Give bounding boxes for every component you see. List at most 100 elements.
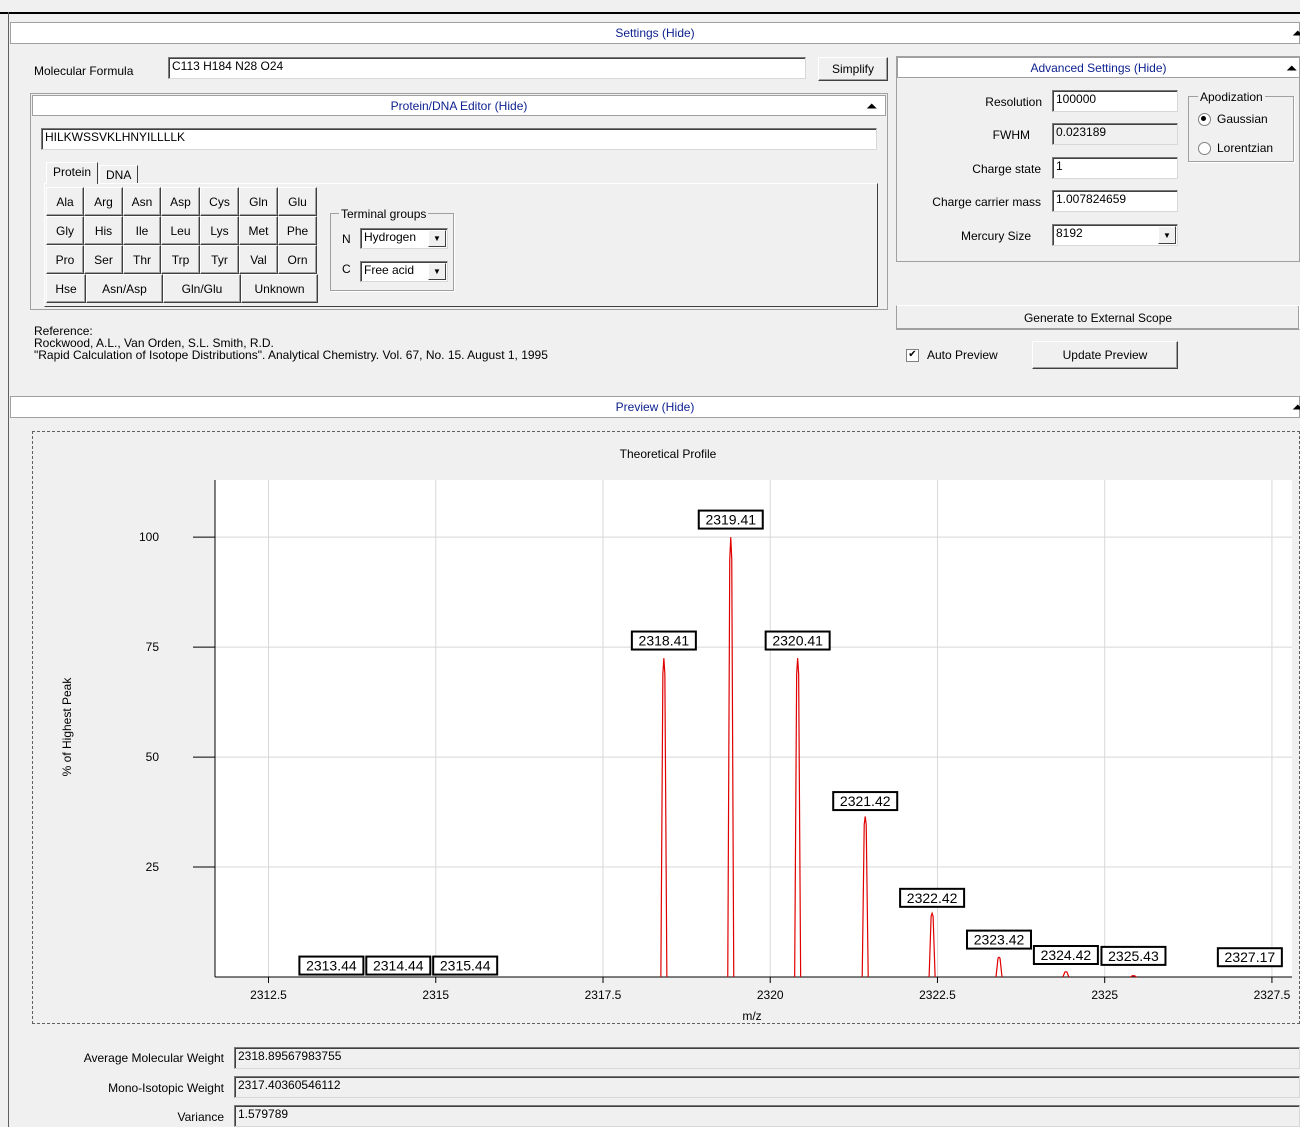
x-tick-label: 2325: [1091, 988, 1118, 1002]
protein-dna-editor-bar-label: Protein/DNA Editor (Hide): [390, 99, 528, 113]
x-tick-label: 2317.5: [585, 988, 622, 1002]
residue-button-cys[interactable]: Cys: [200, 187, 239, 216]
peak-label: 2313.44: [306, 958, 357, 974]
residue-button-lys[interactable]: Lys: [200, 216, 239, 245]
residue-button-unknown[interactable]: Unknown: [241, 274, 318, 303]
peak-label: 2325.43: [1108, 948, 1159, 964]
residue-button-tyr[interactable]: Tyr: [200, 245, 239, 274]
peak-label: 2315.44: [440, 958, 491, 974]
residue-button-met[interactable]: Met: [239, 216, 278, 245]
peak-label: 2324.42: [1041, 947, 1092, 963]
residue-button-pro[interactable]: Pro: [46, 245, 84, 274]
chevron-down-icon[interactable]: ▼: [1158, 226, 1176, 244]
residue-button-ile[interactable]: Ile: [123, 216, 161, 245]
generate-external-scope-button[interactable]: Generate to External Scope: [896, 305, 1300, 330]
resolution-input[interactable]: 100000: [1052, 90, 1178, 112]
residue-button-phe[interactable]: Phe: [278, 216, 317, 245]
residue-button-thr[interactable]: Thr: [123, 245, 161, 274]
mercury-size-value: 8192: [1056, 226, 1083, 240]
x-tick-label: 2312.5: [250, 988, 287, 1002]
tab-dna-label: DNA: [106, 168, 132, 182]
update-preview-button[interactable]: Update Preview: [1032, 341, 1178, 369]
residue-button-gly[interactable]: Gly: [46, 216, 84, 245]
chevron-down-icon[interactable]: ▼: [428, 230, 446, 247]
fwhm-field: 0.023189: [1052, 123, 1178, 145]
y-tick-label: 100: [139, 530, 159, 544]
c-terminal-select[interactable]: Free acid ▼: [360, 261, 448, 282]
peak-label: 2319.41: [705, 512, 756, 528]
advanced-settings-bar[interactable]: Advanced Settings (Hide): [897, 57, 1300, 78]
residue-button-arg[interactable]: Arg: [84, 187, 123, 216]
variance-field: 1.579789: [234, 1105, 1300, 1127]
tab-dna[interactable]: DNA: [99, 165, 139, 184]
residue-button-ser[interactable]: Ser: [84, 245, 123, 274]
residue-button-hse[interactable]: Hse: [46, 274, 86, 303]
residue-button-asn-asp[interactable]: Asn/Asp: [86, 274, 163, 303]
c-terminal-label: C: [342, 262, 351, 276]
residue-button-trp[interactable]: Trp: [161, 245, 200, 274]
residue-button-asp[interactable]: Asp: [161, 187, 200, 216]
n-terminal-value: Hydrogen: [364, 230, 417, 244]
mercury-size-select[interactable]: 8192 ▼: [1052, 224, 1178, 246]
peak-label: 2327.17: [1225, 949, 1276, 965]
settings-collapse-bar[interactable]: Settings (Hide): [10, 22, 1300, 44]
residue-button-orn[interactable]: Orn: [278, 245, 317, 274]
residue-button-gln[interactable]: Gln: [239, 187, 278, 216]
tab-protein[interactable]: Protein: [46, 162, 99, 184]
charge-carrier-mass-label: Charge carrier mass: [932, 195, 1041, 209]
simplify-button[interactable]: Simplify: [818, 57, 888, 81]
plot-area: [215, 480, 1292, 977]
charge-carrier-mass-input[interactable]: 1.007824659: [1052, 190, 1178, 212]
collapse-up-icon[interactable]: ⏶: [1292, 26, 1300, 40]
collapse-up-icon[interactable]: ⏶: [1292, 400, 1300, 414]
apodization-title: Apodization: [1198, 90, 1265, 104]
collapse-up-icon[interactable]: ⏶: [1286, 61, 1297, 75]
apodization-lorentzian-option[interactable]: Lorentzian: [1198, 141, 1273, 155]
x-tick-label: 2322.5: [919, 988, 956, 1002]
fwhm-label: FWHM: [992, 128, 1030, 142]
n-terminal-select[interactable]: Hydrogen ▼: [360, 228, 448, 249]
peak-label: 2323.42: [974, 932, 1025, 948]
residue-button-gln-glu[interactable]: Gln/Glu: [163, 274, 241, 303]
charge-state-input[interactable]: 1: [1052, 157, 1178, 179]
chart-title: Theoretical Profile: [620, 447, 717, 461]
auto-preview-checkbox[interactable]: ✔ Auto Preview: [906, 348, 998, 362]
residue-button-glu[interactable]: Glu: [278, 187, 317, 216]
charge-state-label: Charge state: [972, 162, 1041, 176]
radio-unselected-icon[interactable]: [1198, 141, 1211, 155]
y-tick-label: 75: [146, 640, 160, 654]
resolution-label: Resolution: [985, 95, 1042, 109]
c-terminal-value: Free acid: [364, 263, 415, 277]
y-axis-label: % of Highest Peak: [60, 677, 74, 777]
residue-button-leu[interactable]: Leu: [161, 216, 200, 245]
lorentzian-label: Lorentzian: [1217, 141, 1274, 155]
variance-label: Variance: [177, 1110, 224, 1124]
protein-dna-editor-bar[interactable]: Protein/DNA Editor (Hide): [32, 95, 886, 116]
x-tick-label: 2320: [757, 988, 784, 1002]
residue-button-his[interactable]: His: [84, 216, 123, 245]
advanced-settings-bar-label: Advanced Settings (Hide): [1030, 61, 1167, 75]
settings-bar-label: Settings (Hide): [615, 26, 695, 40]
molecular-formula-input[interactable]: C113 H184 N28 O24: [168, 57, 806, 79]
sequence-input[interactable]: HILKWSSVKLHNYILLLLK: [41, 128, 877, 150]
tab-protein-label: Protein: [53, 165, 92, 179]
checkmark-icon[interactable]: ✔: [906, 348, 919, 362]
residue-button-ala[interactable]: Ala: [46, 187, 84, 216]
preview-collapse-bar[interactable]: Preview (Hide): [10, 396, 1300, 418]
residue-button-asn[interactable]: Asn: [123, 187, 161, 216]
mono-isotopic-weight-label: Mono-Isotopic Weight: [108, 1081, 224, 1095]
chevron-down-icon[interactable]: ▼: [428, 263, 446, 280]
auto-preview-label: Auto Preview: [927, 348, 998, 362]
molecular-formula-label: Molecular Formula: [34, 64, 134, 78]
gaussian-label: Gaussian: [1217, 112, 1268, 126]
radio-selected-icon[interactable]: [1198, 112, 1211, 126]
window-top-border: [0, 12, 1300, 14]
terminal-groups-title: Terminal groups: [339, 207, 429, 221]
collapse-up-icon[interactable]: ⏶: [866, 99, 877, 113]
peak-label: 2322.42: [907, 890, 958, 906]
reference-citation: "Rapid Calculation of Isotope Distributi…: [34, 348, 548, 362]
apodization-gaussian-option[interactable]: Gaussian: [1198, 112, 1268, 126]
residue-button-val[interactable]: Val: [239, 245, 278, 274]
reference-text: Reference: Rockwood, A.L., Van Orden, S.…: [34, 325, 548, 361]
isotope-profile-chart: 2312.5 2315 2317.5 2320 2322.5 2325 2327.5 25 50…: [60, 447, 1292, 1023]
